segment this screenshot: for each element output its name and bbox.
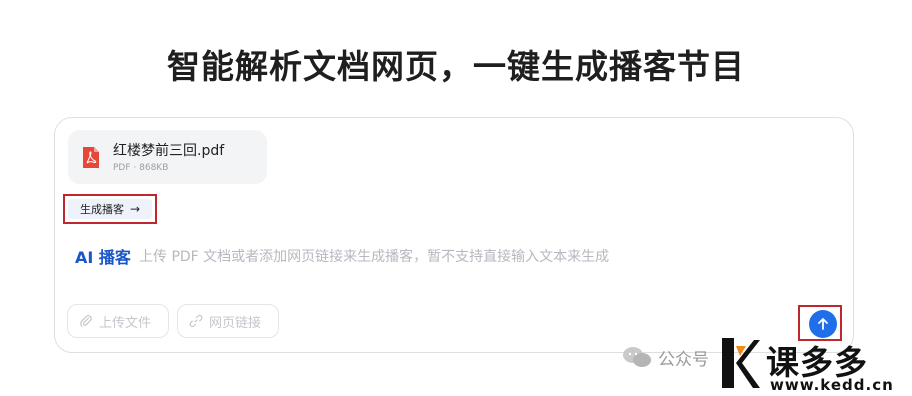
web-link-button[interactable]: 网页链接 — [177, 304, 279, 338]
ai-podcast-label: AI 播客 — [75, 248, 131, 267]
link-icon — [189, 314, 203, 328]
arrow-right-icon: → — [129, 202, 141, 216]
page-title: 智能解析文档网页，一键生成播客节目 — [167, 47, 745, 86]
pdf-file-icon — [83, 147, 99, 168]
watermark: 公众号 课多多 www.kedd.cn — [620, 336, 912, 396]
upload-file-label: 上传文件 — [99, 315, 152, 331]
kedd-logo-icon — [722, 338, 760, 388]
attached-file-chip[interactable]: 红楼梦前三回.pdf PDF · 868KB — [68, 130, 267, 184]
upload-file-button[interactable]: 上传文件 — [67, 304, 169, 338]
paperclip-icon — [80, 315, 92, 327]
prompt-input-placeholder[interactable]: 上传 PDF 文档或者添加网页链接来生成播客，暂不支持直接输入文本来生成 — [139, 246, 609, 266]
file-meta: PDF · 868KB — [113, 163, 169, 173]
web-link-label: 网页链接 — [209, 315, 262, 331]
file-name: 红楼梦前三回.pdf — [113, 143, 225, 159]
watermark-text: 公众号 — [658, 350, 709, 370]
watermark-url: www.kedd.cn — [770, 376, 894, 394]
send-button[interactable] — [809, 310, 837, 338]
wechat-icon — [623, 347, 651, 367]
generate-podcast-button[interactable]: 生成播客 → — [68, 199, 152, 219]
generate-highlight-box: 生成播客 → — [63, 194, 157, 224]
composer-card: 红楼梦前三回.pdf PDF · 868KB 生成播客 → AI 播客 上传 P… — [54, 117, 854, 353]
generate-podcast-label: 生成播客 — [79, 203, 124, 216]
arrow-up-icon — [818, 318, 828, 330]
